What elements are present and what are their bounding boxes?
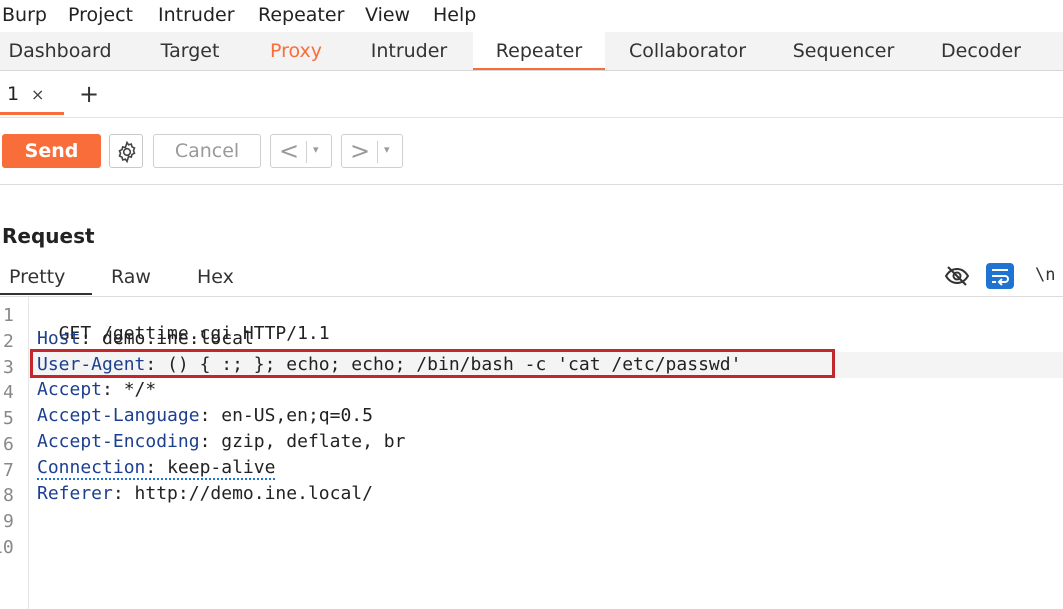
- header-name: Accept: [37, 379, 103, 400]
- menu-project[interactable]: Project: [68, 4, 133, 26]
- header-sep: :: [80, 328, 103, 349]
- header-name: Host: [37, 328, 81, 349]
- menu-bar: Burp Project Intruder Repeater View Help: [0, 0, 1063, 32]
- repeater-tab-1[interactable]: 1 ×: [0, 71, 64, 115]
- tab-dashboard[interactable]: Dashboard: [0, 32, 120, 70]
- request-view-tabs: Pretty Raw Hex: [0, 260, 1063, 297]
- send-button[interactable]: Send: [2, 134, 101, 168]
- line-number: 1: [3, 305, 14, 326]
- header-value: keep-alive: [167, 457, 276, 478]
- add-tab-icon[interactable]: +: [79, 80, 99, 108]
- line-number: 4: [3, 382, 14, 403]
- header-line-host[interactable]: Host: demo.ine.local: [37, 328, 254, 349]
- main-tabs: Dashboard Target Proxy Intruder Repeater…: [0, 32, 1063, 71]
- menu-help[interactable]: Help: [433, 4, 476, 26]
- header-line-connection[interactable]: Connection: keep-alive: [37, 457, 276, 480]
- line-number: 10: [0, 537, 14, 558]
- header-sep: :: [102, 379, 124, 400]
- gear-icon: [118, 140, 136, 164]
- menu-intruder[interactable]: Intruder: [158, 4, 235, 26]
- back-button[interactable]: < ▾: [270, 134, 332, 168]
- header-sep: :: [199, 405, 222, 426]
- tab-repeater[interactable]: Repeater: [473, 32, 605, 70]
- pretty-tab-indicator: [0, 293, 92, 295]
- line-number: 6: [3, 434, 14, 455]
- tab-intruder[interactable]: Intruder: [360, 32, 458, 70]
- header-value: http://demo.ine.local/: [134, 483, 373, 504]
- divider: [377, 141, 378, 163]
- tab-decoder[interactable]: Decoder: [930, 32, 1032, 70]
- line-number: 9: [3, 511, 14, 532]
- header-name: Accept-Language: [37, 405, 200, 426]
- forward-button[interactable]: > ▾: [341, 134, 403, 168]
- request-title: Request: [2, 224, 95, 248]
- repeater-subtabs: 1 × +: [0, 71, 1063, 118]
- header-sep: :: [145, 457, 168, 478]
- line-number: 2: [3, 331, 14, 352]
- repeater-tab-label: 1: [7, 83, 20, 105]
- menu-view[interactable]: View: [365, 4, 410, 26]
- tab-repeater-label: Repeater: [495, 40, 583, 62]
- divider: [306, 141, 307, 163]
- tab-collaborator[interactable]: Collaborator: [620, 32, 755, 70]
- menu-burp[interactable]: Burp: [2, 4, 47, 26]
- chevron-down-icon[interactable]: ▾: [384, 143, 390, 156]
- line-number: 8: [3, 485, 14, 506]
- header-name: Referer: [37, 483, 113, 504]
- word-wrap-icon[interactable]: [986, 263, 1014, 289]
- header-name: Accept-Encoding: [37, 431, 200, 452]
- line-number: 7: [3, 460, 14, 481]
- tab-proxy[interactable]: Proxy: [250, 32, 342, 70]
- tab-hex[interactable]: Hex: [197, 266, 234, 288]
- tab-pretty[interactable]: Pretty: [9, 266, 65, 288]
- cancel-button[interactable]: Cancel: [153, 134, 261, 168]
- newline-toggle[interactable]: \n: [1035, 265, 1055, 285]
- tab-raw[interactable]: Raw: [111, 266, 151, 288]
- hide-eye-icon[interactable]: [944, 264, 970, 288]
- header-line-accept[interactable]: Accept: */*: [37, 379, 156, 400]
- settings-button[interactable]: [109, 134, 143, 168]
- tab-sequencer[interactable]: Sequencer: [780, 32, 907, 70]
- header-value: demo.ine.local: [102, 328, 254, 349]
- active-tab-indicator: [473, 68, 605, 70]
- header-line-accept-language[interactable]: Accept-Language: en-US,en;q=0.5: [37, 405, 373, 426]
- highlight-annotation-box: [30, 349, 835, 378]
- chevron-down-icon[interactable]: ▾: [313, 143, 319, 156]
- back-arrow-icon: <: [279, 137, 300, 165]
- forward-arrow-icon: >: [350, 137, 371, 165]
- header-line-referer[interactable]: Referer: http://demo.ine.local/: [37, 483, 373, 504]
- header-sep: :: [199, 431, 222, 452]
- line-number: 3: [3, 357, 14, 378]
- line-number: 5: [3, 408, 14, 429]
- line-number-gutter: 1 2 3 4 5 6 7 8 9 10: [0, 297, 29, 609]
- header-value: en-US,en;q=0.5: [221, 405, 373, 426]
- repeater-toolbar: Send Cancel < ▾ > ▾: [0, 118, 1063, 185]
- close-icon[interactable]: ×: [31, 85, 44, 104]
- header-name: Connection: [37, 457, 146, 478]
- tab-target[interactable]: Target: [140, 32, 240, 70]
- header-line-accept-encoding[interactable]: Accept-Encoding: gzip, deflate, br: [37, 431, 405, 452]
- header-value: */*: [123, 379, 157, 400]
- header-value: gzip, deflate, br: [221, 431, 406, 452]
- menu-repeater[interactable]: Repeater: [258, 4, 344, 26]
- header-sep: :: [112, 483, 135, 504]
- subtab-indicator: [0, 112, 64, 115]
